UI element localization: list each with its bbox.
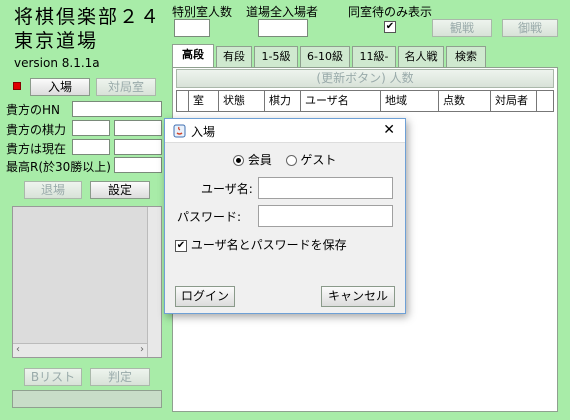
col-room[interactable]: 室 xyxy=(189,91,219,111)
special-room-count-field xyxy=(174,19,210,37)
username-label: ユーザ名: xyxy=(201,182,253,196)
rating-field xyxy=(72,120,110,136)
version-label: version 8.1.1a xyxy=(14,56,100,70)
cancel-button[interactable]: キャンセル xyxy=(321,286,395,307)
password-label: パスワード: xyxy=(177,210,242,224)
max-rating-label: 最高R(於30勝以上) xyxy=(6,160,111,174)
login-dialog: 入場 ✕ 会員 ゲスト ユーザ名: パスワード: ✔ ユーザ名とパスワードを保存… xyxy=(164,118,406,314)
tab-6-10kyu[interactable]: 6-10級 xyxy=(300,46,350,67)
app-title-line1: 将棋倶楽部２４ xyxy=(14,6,162,28)
rating-field-2 xyxy=(114,120,162,136)
scroll-right-icon[interactable]: › xyxy=(140,344,144,355)
hn-field xyxy=(72,101,162,117)
col-status[interactable]: 状態 xyxy=(219,91,265,111)
current-field-2 xyxy=(114,139,162,155)
java-icon xyxy=(173,124,186,138)
username-input[interactable] xyxy=(258,177,393,199)
col-region[interactable]: 地域 xyxy=(381,91,439,111)
save-credentials-label: ユーザ名とパスワードを保存 xyxy=(190,238,347,252)
dialog-titlebar[interactable]: 入場 ✕ xyxy=(165,119,405,143)
blist-button[interactable]: Bリスト xyxy=(24,368,82,386)
tab-search[interactable]: 検索 xyxy=(446,46,486,67)
opponent-button[interactable]: 御戦 xyxy=(502,19,558,37)
tab-meijinsen[interactable]: 名人戦 xyxy=(398,46,444,67)
current-field xyxy=(72,139,110,155)
col-opponent[interactable]: 対局者 xyxy=(491,91,537,111)
dojo-total-label: 道場全入場者 xyxy=(246,5,319,19)
current-label: 貴方は現在 xyxy=(6,142,67,156)
same-room-only-checkbox[interactable]: ✔ xyxy=(384,21,396,33)
tab-11kyu[interactable]: 11級- xyxy=(352,46,396,67)
hn-label: 貴方のHN xyxy=(6,103,61,117)
status-bar xyxy=(12,390,162,408)
leave-button[interactable]: 退場 xyxy=(24,181,82,199)
login-button[interactable]: ログイン xyxy=(175,286,235,307)
same-room-only-label: 同室待のみ表示 xyxy=(348,5,433,19)
settings-button[interactable]: 設定 xyxy=(90,181,150,199)
rating-label: 貴方の棋力 xyxy=(6,123,67,137)
member-radio[interactable] xyxy=(233,155,244,166)
tab-yuudan[interactable]: 有段 xyxy=(216,46,252,67)
judge-button[interactable]: 判定 xyxy=(90,368,150,386)
enter-button[interactable]: 入場 xyxy=(30,78,90,96)
close-icon[interactable]: ✕ xyxy=(383,122,395,138)
password-input[interactable] xyxy=(258,205,393,227)
dojo-total-count-field xyxy=(258,19,308,37)
scroll-left-icon[interactable]: ‹ xyxy=(16,344,20,355)
save-credentials-checkbox[interactable]: ✔ xyxy=(175,239,187,252)
opponent-room-button[interactable]: 対局室 xyxy=(96,78,156,96)
member-radio-label: 会員 xyxy=(247,153,272,167)
col-username[interactable]: ユーザ名 xyxy=(301,91,381,111)
horizontal-scrollbar[interactable]: ‹ › xyxy=(13,343,147,357)
guest-radio[interactable] xyxy=(285,155,297,166)
user-list-panel: ‹ › xyxy=(12,206,162,358)
dialog-title: 入場 xyxy=(191,125,216,139)
refresh-banner[interactable]: (更新ボタン) 人数 xyxy=(176,69,554,88)
col-rating[interactable]: 棋力 xyxy=(265,91,301,111)
save-credentials-row: ✔ ユーザ名とパスワードを保存 xyxy=(175,236,347,253)
status-indicator xyxy=(13,82,21,90)
watch-button[interactable]: 観戦 xyxy=(432,19,492,37)
vertical-scrollbar[interactable] xyxy=(147,207,161,357)
guest-radio-label: ゲスト xyxy=(300,153,337,167)
max-rating-field xyxy=(114,157,162,173)
app-title-line2: 東京道場 xyxy=(14,30,99,52)
tab-koudan[interactable]: 高段 xyxy=(172,44,214,67)
special-room-label: 特別室人数 xyxy=(172,5,233,19)
col-spacer xyxy=(177,91,189,111)
col-points[interactable]: 点数 xyxy=(439,91,491,111)
account-type-group: 会員 ゲスト xyxy=(233,151,336,168)
tab-1-5kyu[interactable]: 1-5級 xyxy=(254,46,298,67)
